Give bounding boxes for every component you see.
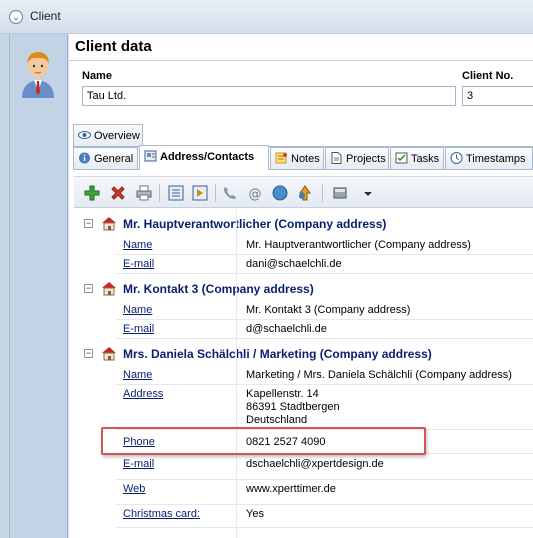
address-line: Kapellenstr. 14 [246, 388, 319, 400]
address-line: Deutschland [246, 414, 308, 426]
property-row: E-mail d@schaelchli.de [116, 321, 533, 339]
window-title: Client [30, 9, 61, 23]
client-no-label: Client No. [462, 70, 514, 82]
property-label[interactable]: Web [123, 483, 145, 495]
property-value: dani@schaelchli.de [246, 258, 342, 270]
property-row: E-mail dani@schaelchli.de [116, 256, 533, 274]
house-icon [102, 347, 116, 361]
contact-title: Mrs. Daniela Schälchli / Marketing (Comp… [123, 347, 432, 361]
print-icon[interactable] [135, 184, 153, 202]
svg-text:@: @ [249, 187, 262, 202]
address-line: 86391 Stadtbergen [246, 401, 340, 413]
delete-icon[interactable] [109, 184, 127, 202]
tab-address-contacts-label: Address/Contacts [160, 151, 255, 163]
tab-general[interactable]: General [73, 147, 138, 169]
house-icon [102, 217, 116, 231]
property-value: Kapellenstr. 14 86391 Stadtbergen Deutsc… [246, 388, 340, 427]
property-value: Mr. Hauptverantwortlicher (Company addre… [246, 239, 471, 251]
tab-notes-label: Notes [291, 153, 320, 165]
document-icon [331, 152, 342, 164]
contact-title: Mr. Hauptverantwortlicher (Company addre… [123, 217, 387, 231]
property-label[interactable]: Name [123, 369, 152, 381]
tab-timestamps-label: Timestamps [466, 153, 526, 165]
window-menu-icon[interactable]: ⌄ [9, 10, 23, 24]
phone-highlight-box [101, 427, 426, 455]
tab-tasks-label: Tasks [411, 153, 440, 165]
collapse-toggle-icon[interactable]: − [84, 219, 93, 228]
side-panel [10, 34, 68, 538]
toolbar-separator [322, 184, 323, 202]
name-field[interactable]: Tau Ltd. [82, 86, 456, 106]
property-label[interactable]: Name [123, 239, 152, 251]
contact-title: Mr. Kontakt 3 (Company address) [123, 282, 314, 296]
notes-icon [275, 152, 287, 164]
property-label[interactable]: E-mail [123, 258, 154, 270]
tab-projects[interactable]: Projects [325, 147, 389, 169]
window-titlebar [0, 0, 533, 34]
contact-group[interactable]: − Mr. Kontakt 3 (Company address) [74, 278, 533, 300]
tab-projects-label: Projects [346, 153, 386, 165]
property-value: dschaelchli@xpertdesign.de [246, 458, 384, 470]
property-row: Name Mr. Kontakt 3 (Company address) [116, 302, 533, 320]
tab-divider [269, 169, 533, 170]
column-separator [236, 209, 237, 538]
property-label[interactable]: Address [123, 388, 163, 400]
house-icon [102, 282, 116, 296]
property-row: E-mail dschaelchli@xpertdesign.de [116, 456, 533, 480]
property-label[interactable]: Christmas card: [123, 508, 200, 520]
property-value: Marketing / Mrs. Daniela Schälchli (Comp… [246, 369, 512, 381]
tab-notes[interactable]: Notes [270, 147, 324, 169]
address-book-icon [144, 150, 157, 162]
contact-group[interactable]: − Mr. Hauptverantwortlicher (Company add… [74, 213, 533, 235]
property-row: Web www.xperttimer.de [116, 481, 533, 505]
clock-icon [450, 152, 463, 164]
move-left-icon[interactable] [167, 184, 185, 202]
collapse-toggle-icon[interactable]: − [84, 284, 93, 293]
property-value: Mr. Kontakt 3 (Company address) [246, 304, 411, 316]
header-divider [69, 60, 533, 61]
property-value: d@schaelchli.de [246, 323, 327, 335]
tab-timestamps[interactable]: Timestamps [445, 147, 533, 169]
add-icon[interactable] [83, 184, 101, 202]
tab-tasks[interactable]: Tasks [390, 147, 444, 169]
property-value: www.xperttimer.de [246, 483, 336, 495]
move-right-icon[interactable] [191, 184, 209, 202]
contacts-list: − Mr. Hauptverantwortlicher (Company add… [74, 209, 533, 538]
contact-group[interactable]: − Mrs. Daniela Schälchli / Marketing (Co… [74, 343, 533, 365]
tab-overview[interactable]: Overview [73, 124, 143, 146]
dropdown-icon[interactable] [359, 184, 377, 202]
property-row: Christmas card: Yes [116, 506, 533, 528]
toolbar-separator [159, 184, 160, 202]
contacts-toolbar: @ [74, 176, 533, 208]
property-label[interactable]: Name [123, 304, 152, 316]
tab-general-label: General [94, 153, 134, 165]
tab-address-contacts[interactable]: Address/Contacts [139, 145, 269, 170]
info-icon [79, 152, 90, 164]
tasks-icon [395, 152, 408, 164]
left-border [0, 34, 10, 538]
client-no-field[interactable]: 3 [462, 86, 533, 106]
toolbar-separator [215, 184, 216, 202]
property-row: Name Mr. Hauptverantwortlicher (Company … [116, 237, 533, 255]
tab-divider [73, 169, 139, 170]
email-icon[interactable]: @ [246, 184, 264, 202]
book-icon[interactable] [331, 184, 349, 202]
property-row: Address Kapellenstr. 14 86391 Stadtberge… [116, 386, 533, 430]
map-icon[interactable] [296, 184, 314, 202]
client-avatar-icon [22, 52, 54, 98]
web-icon[interactable] [271, 184, 289, 202]
phone-icon[interactable] [221, 184, 239, 202]
property-label[interactable]: E-mail [123, 323, 154, 335]
eye-icon [78, 131, 91, 139]
property-label[interactable]: E-mail [123, 458, 154, 470]
page-title: Client data [75, 38, 152, 55]
collapse-toggle-icon[interactable]: − [84, 349, 93, 358]
tab-overview-label: Overview [94, 130, 140, 142]
property-row: Name Marketing / Mrs. Daniela Schälchli … [116, 367, 533, 385]
property-value: Yes [246, 508, 264, 520]
name-label: Name [82, 70, 112, 82]
